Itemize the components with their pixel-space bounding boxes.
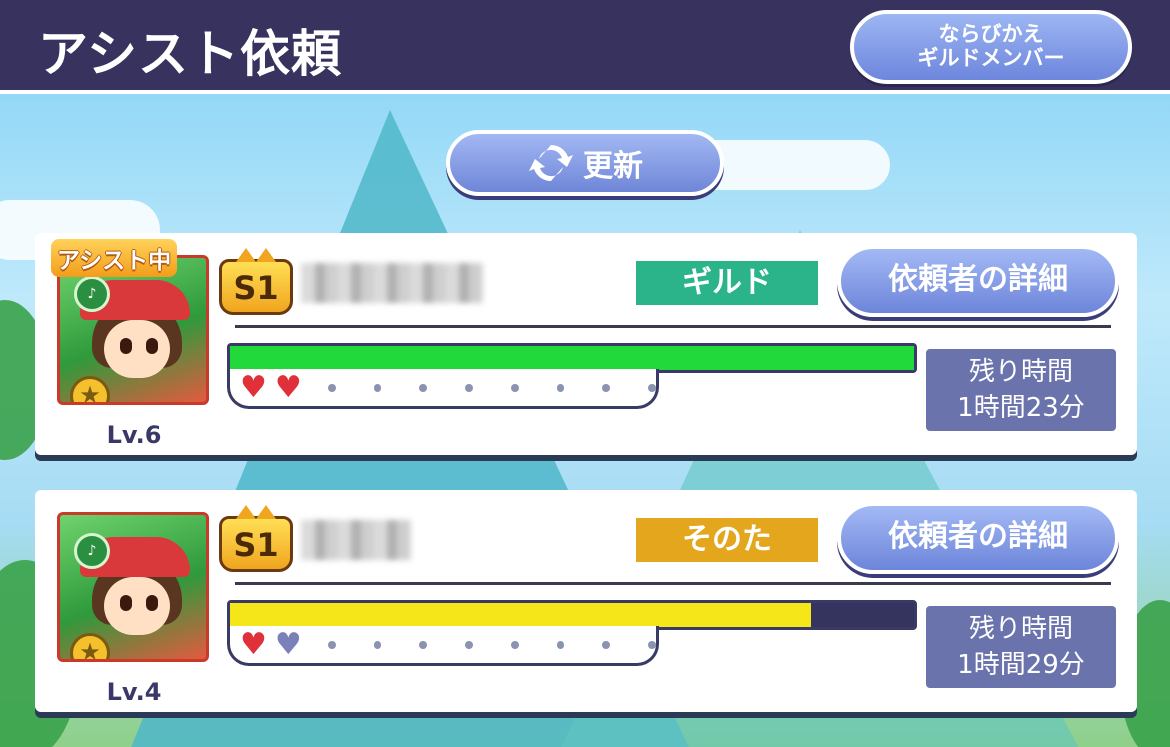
empty-slot-dot (510, 383, 519, 392)
progress-gauge-fill (230, 346, 914, 370)
empty-slot-dot (648, 383, 656, 392)
hearts-tray: ♥ ♥ (227, 369, 659, 409)
assisting-badge: アシスト中 (51, 239, 178, 277)
remaining-time-label: 残り時間 (968, 357, 1073, 387)
requester-character[interactable]: ♪ ★ Lv.4 (49, 502, 219, 706)
heart-empty-icon: ♥ (274, 626, 302, 662)
empty-slot-dot (602, 383, 611, 392)
page-title: アシスト依頼 (38, 25, 342, 83)
empty-slot-dot (648, 640, 656, 649)
empty-slot-dot (327, 640, 336, 649)
empty-slot-dot (602, 640, 611, 649)
requester-detail-button[interactable]: 依頼者の詳細 (837, 245, 1119, 317)
empty-slot-dot (465, 640, 473, 649)
assist-request-card: ♪ ★ アシスト中 Lv.6 S1 ギルド 依頼者の詳細 ♥ ♥ 残り時間 1時間… (35, 233, 1137, 455)
sort-button-line1: ならびかえ (938, 22, 1044, 46)
assist-request-card: ♪ ★ Lv.4 S1 そのた 依頼者の詳細 ♥ ♥ 残り時間 1時間29分 (35, 490, 1137, 712)
element-icon: ♪ (74, 276, 110, 312)
refresh-button[interactable]: 更新 (446, 130, 724, 196)
heart-full-icon: ♥ (240, 369, 267, 405)
category-tag: ギルド (636, 261, 818, 305)
requester-detail-button[interactable]: 依頼者の詳細 (837, 502, 1119, 574)
heart-full-icon: ♥ (240, 626, 267, 662)
rank-badge: S1 (219, 505, 293, 572)
remaining-time-box: 残り時間 1時間29分 (926, 606, 1116, 688)
star-icon: ★ (70, 376, 110, 402)
requester-name-blurred (301, 520, 411, 560)
refresh-icon (529, 144, 573, 182)
divider (235, 325, 1111, 328)
empty-slot-dot (327, 383, 336, 392)
empty-slot-dot (465, 383, 473, 392)
rank-badge: S1 (219, 248, 293, 315)
category-tag: そのた (636, 518, 818, 562)
star-icon: ★ (70, 633, 110, 659)
remaining-time-value: 1時間29分 (957, 650, 1085, 680)
character-portrait: ♪ ★ (57, 512, 209, 662)
heart-full-icon: ♥ (274, 369, 302, 405)
empty-slot-dot (556, 640, 565, 649)
empty-slot-dot (419, 383, 428, 392)
divider (235, 582, 1111, 585)
sort-guild-member-button[interactable]: ならびかえ ギルドメンバー (850, 10, 1132, 84)
empty-slot-dot (373, 383, 382, 392)
requester-name-blurred (301, 263, 483, 303)
character-portrait: ♪ ★ (57, 255, 209, 405)
header-bar: アシスト依頼 ならびかえ ギルドメンバー (0, 0, 1170, 94)
empty-slot-dot (510, 640, 519, 649)
hearts-tray: ♥ ♥ (227, 626, 659, 666)
remaining-time-label: 残り時間 (968, 614, 1073, 644)
empty-slot-dot (373, 640, 382, 649)
character-level: Lv.4 (106, 678, 162, 706)
empty-slot-dot (419, 640, 428, 649)
requester-character[interactable]: ♪ ★ アシスト中 Lv.6 (49, 239, 219, 449)
remaining-time-box: 残り時間 1時間23分 (926, 349, 1116, 431)
refresh-label: 更新 (583, 149, 643, 184)
progress-gauge-fill (230, 603, 812, 627)
remaining-time-value: 1時間23分 (957, 393, 1085, 423)
element-icon: ♪ (74, 533, 110, 569)
sort-button-line2: ギルドメンバー (917, 46, 1065, 70)
empty-slot-dot (556, 383, 565, 392)
character-level: Lv.6 (106, 421, 162, 449)
